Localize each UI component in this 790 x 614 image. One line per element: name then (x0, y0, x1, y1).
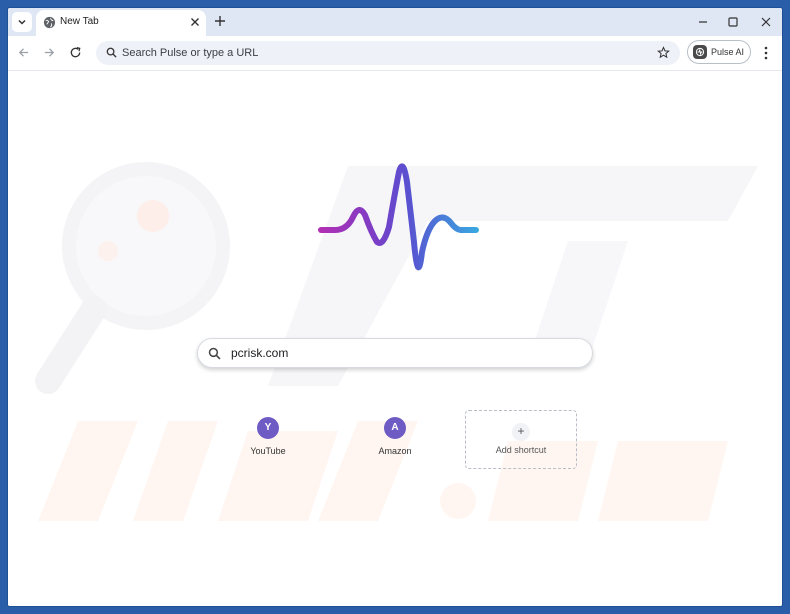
forward-icon[interactable] (43, 46, 56, 59)
tab-title: New Tab (60, 16, 99, 27)
window-close-icon[interactable] (760, 16, 772, 28)
chevron-down-icon (18, 19, 26, 25)
browser-window: New Tab Search Pulse or type a URL Pulse… (8, 8, 782, 606)
tab-search-button[interactable] (12, 12, 32, 32)
tab-strip: New Tab (8, 8, 782, 36)
search-input-value: pcrisk.com (231, 346, 289, 360)
pulse-ai-button[interactable]: Pulse AI (687, 40, 751, 64)
shortcut-label: Amazon (378, 446, 412, 456)
globe-icon (43, 16, 56, 29)
new-tab-page: pcrisk.com Y YouTube A Amazon + Add shor… (8, 71, 782, 606)
pulse-logo (318, 163, 479, 270)
active-tab[interactable]: New Tab (36, 10, 206, 36)
pulse-ai-icon (693, 45, 707, 59)
shortcut-avatar: A (384, 417, 406, 439)
minimize-icon[interactable] (697, 16, 709, 28)
shortcut-label: YouTube (250, 446, 286, 456)
add-shortcut-button[interactable]: + Add shortcut (465, 410, 577, 469)
shortcut-avatar: Y (257, 417, 279, 439)
shortcut-amazon[interactable]: A Amazon (350, 417, 440, 477)
omnibox[interactable]: Search Pulse or type a URL (96, 41, 680, 65)
kebab-menu-icon[interactable] (764, 46, 768, 60)
plus-icon: + (512, 423, 530, 441)
omnibox-placeholder: Search Pulse or type a URL (122, 47, 259, 59)
search-icon (106, 47, 117, 58)
toolbar: Search Pulse or type a URL Pulse AI (8, 36, 782, 71)
search-icon (208, 347, 221, 360)
pulse-ai-label: Pulse AI (711, 47, 745, 57)
close-icon[interactable] (190, 17, 200, 27)
star-icon[interactable] (657, 46, 670, 59)
search-box[interactable]: pcrisk.com (197, 338, 593, 368)
add-shortcut-label: Add shortcut (495, 445, 547, 455)
back-icon[interactable] (17, 46, 30, 59)
maximize-icon[interactable] (727, 16, 739, 28)
shortcut-youtube[interactable]: Y YouTube (223, 417, 313, 477)
plus-icon[interactable] (214, 15, 226, 27)
reload-icon[interactable] (69, 46, 82, 59)
